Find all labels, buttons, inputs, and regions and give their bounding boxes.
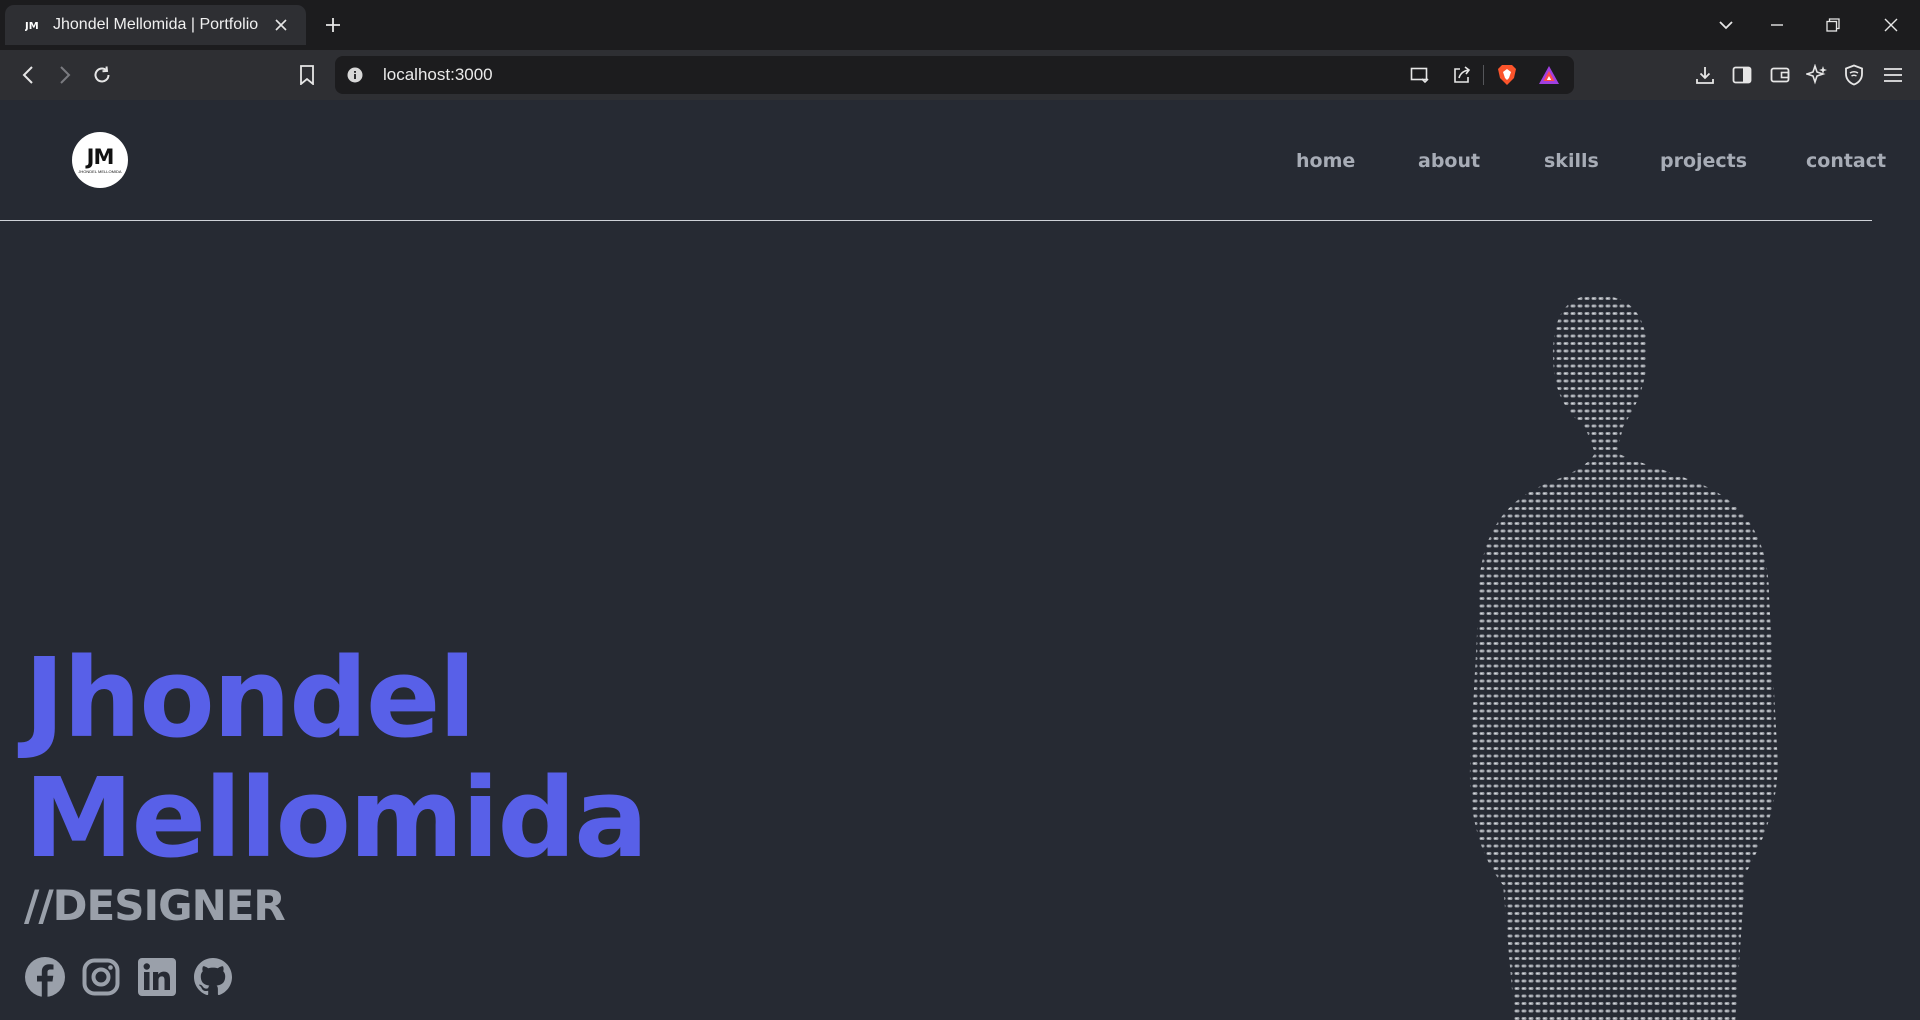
wallet-icon[interactable] <box>1767 62 1793 88</box>
url-text[interactable]: localhost:3000 <box>383 65 493 85</box>
close-window-icon[interactable] <box>1878 12 1904 38</box>
tab-list-chevron-icon[interactable] <box>1713 12 1739 38</box>
brave-rewards-icon[interactable] <box>1537 63 1561 87</box>
nav-projects[interactable]: projects <box>1660 150 1747 172</box>
leo-ai-icon[interactable] <box>1804 62 1830 88</box>
site-logo[interactable]: JM JHONDEL MELLOMIDA <box>72 132 128 188</box>
url-separator <box>1483 65 1484 85</box>
linkedin-icon[interactable] <box>136 956 178 998</box>
restore-window-icon[interactable] <box>1820 12 1846 38</box>
info-icon[interactable] <box>345 65 365 85</box>
svg-text:JM: JM <box>25 21 39 31</box>
tab-title: Jhondel Mellomida | Portfolio <box>53 16 259 33</box>
nav-skills[interactable]: skills <box>1544 150 1599 172</box>
hero-first-name: Jhondel <box>24 634 476 762</box>
sidebar-icon[interactable] <box>1729 62 1755 88</box>
social-links <box>24 956 248 998</box>
forward-arrow-icon[interactable] <box>52 62 78 88</box>
facebook-icon[interactable] <box>24 956 66 998</box>
share-icon[interactable] <box>1450 63 1474 87</box>
reload-icon[interactable] <box>89 62 115 88</box>
brave-shields-icon[interactable] <box>1495 63 1519 87</box>
ascii-portrait-figure <box>1469 295 1778 1020</box>
nav-divider <box>0 220 1872 221</box>
back-arrow-icon[interactable] <box>15 62 41 88</box>
cast-icon[interactable] <box>1408 63 1432 87</box>
hero-name: Jhondel Mellomida <box>24 634 648 882</box>
download-icon[interactable] <box>1692 62 1718 88</box>
nav-home[interactable]: home <box>1296 150 1355 172</box>
address-bar[interactable]: localhost:3000 <box>335 56 1574 94</box>
jm-favicon-icon: JM <box>23 15 43 35</box>
logo-monogram: JM <box>86 144 115 169</box>
github-icon[interactable] <box>192 956 234 998</box>
menu-icon[interactable] <box>1880 62 1906 88</box>
new-tab-icon[interactable] <box>320 12 346 38</box>
nav-contact[interactable]: contact <box>1806 150 1886 172</box>
browser-tab-active[interactable]: JM Jhondel Mellomida | Portfolio <box>5 5 306 45</box>
hero-last-name: Mellomida <box>24 754 648 882</box>
bookmark-icon[interactable] <box>294 62 320 88</box>
hero-role: //DESIGNER <box>24 881 286 930</box>
portfolio-page: JM JHONDEL MELLOMIDA home about skills p… <box>0 100 1920 1020</box>
minimize-window-icon[interactable] <box>1764 12 1790 38</box>
close-tab-icon[interactable] <box>270 14 292 36</box>
instagram-icon[interactable] <box>80 956 122 998</box>
nav-about[interactable]: about <box>1418 150 1480 172</box>
logo-subtext: JHONDEL MELLOMIDA <box>78 168 122 174</box>
browser-tab-strip: JM Jhondel Mellomida | Portfolio <box>0 0 1920 50</box>
vpn-shield-icon[interactable] <box>1841 62 1867 88</box>
